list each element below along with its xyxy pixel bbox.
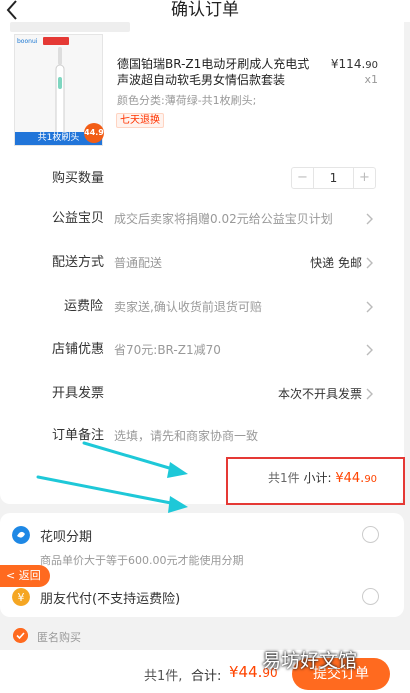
- huabei-label: 花呗分期: [40, 530, 93, 545]
- anonymous-purchase-row[interactable]: 匿名购买: [0, 626, 410, 646]
- svg-text:¥: ¥: [18, 591, 25, 604]
- total-count: 共1件,: [144, 669, 183, 684]
- annotation-arrow: [36, 475, 188, 513]
- return-button[interactable]: < 返回: [0, 565, 50, 587]
- huabei-icon: [12, 526, 30, 544]
- watermark: 易坊好文馆: [262, 650, 358, 672]
- friend-pay-label: 朋友代付(不支持运费险): [40, 592, 181, 607]
- total-label: 合计:: [191, 669, 222, 684]
- checkmark-icon[interactable]: [13, 628, 28, 643]
- total-symbol: ¥: [229, 663, 239, 681]
- friend-pay-radio[interactable]: [362, 588, 379, 605]
- friend-pay-icon: ¥: [12, 588, 30, 606]
- anonymous-label: 匿名购买: [37, 631, 81, 644]
- total-int: 44.: [238, 663, 263, 681]
- annotation-arrow: [82, 441, 188, 478]
- huabei-radio[interactable]: [362, 526, 379, 543]
- huabei-sub: 商品单价大于等于600.00元才能使用分期: [40, 554, 244, 567]
- payment-options: 花呗分期 商品单价大于等于600.00元才能使用分期 ¥ 朋友代付(不支持运费险…: [0, 513, 404, 617]
